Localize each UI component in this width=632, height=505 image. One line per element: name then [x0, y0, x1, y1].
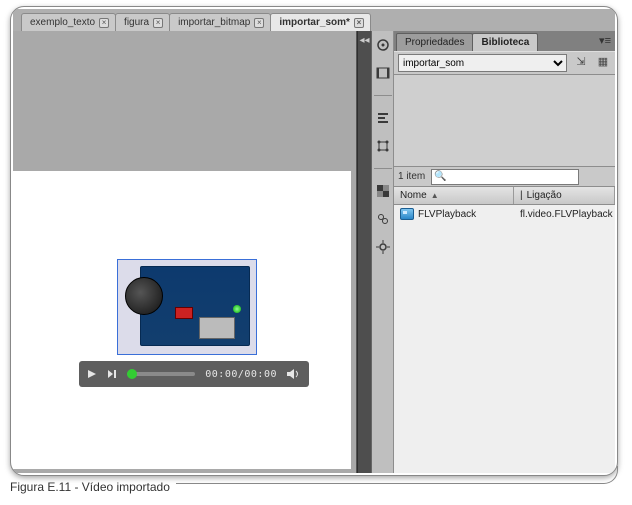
seek-slider[interactable]	[127, 372, 195, 376]
doc-tab-exemplo-texto[interactable]: exemplo_texto ×	[21, 13, 116, 31]
tab-library[interactable]: Biblioteca	[472, 33, 538, 51]
panel-tabbar: Propriedades Biblioteca ▾≡	[394, 31, 615, 51]
close-icon[interactable]: ×	[153, 18, 163, 28]
right-panel: Propriedades Biblioteca ▾≡ importar_som …	[371, 31, 615, 473]
film-icon[interactable]	[375, 65, 391, 81]
chain-icon[interactable]	[375, 211, 391, 227]
transform-icon[interactable]	[375, 138, 391, 154]
library-list[interactable]: FLVPlayback fl.video.FLVPlayback	[394, 205, 615, 473]
doc-tab-importar-bitmap[interactable]: importar_bitmap ×	[169, 13, 271, 31]
close-icon[interactable]: ×	[254, 18, 264, 28]
pin-icon[interactable]: ⇲	[573, 55, 589, 71]
doc-tab-importar-som[interactable]: importar_som* ×	[270, 13, 371, 31]
item-count: 1 item	[398, 171, 425, 182]
skip-icon[interactable]	[107, 369, 117, 379]
list-item[interactable]: FLVPlayback fl.video.FLVPlayback	[394, 205, 615, 223]
item-linkage: fl.video.FLVPlayback	[514, 209, 615, 220]
tab-properties[interactable]: Propriedades	[396, 33, 473, 51]
video-controlbar: 00:00/00:00	[79, 361, 309, 387]
close-icon[interactable]: ×	[354, 18, 364, 28]
video-thumbnail	[140, 266, 250, 346]
volume-icon[interactable]	[287, 368, 301, 380]
tab-label: importar_som*	[279, 17, 350, 28]
document-tabbar: exemplo_texto × figura × importar_bitmap…	[13, 9, 615, 31]
doc-tab-figura[interactable]: figura ×	[115, 13, 170, 31]
flvplayback-instance[interactable]	[117, 259, 257, 355]
sort-asc-icon: ▲	[431, 191, 439, 200]
gear-icon[interactable]	[375, 239, 391, 255]
library-filter-row: 1 item 🔍	[394, 167, 615, 187]
library-preview	[394, 75, 615, 167]
tab-label: figura	[124, 17, 149, 28]
library-doc-selector-row: importar_som ⇲ ▦	[394, 51, 615, 75]
caption-rule	[176, 466, 618, 484]
new-library-icon[interactable]: ▦	[595, 55, 611, 71]
component-icon	[400, 208, 414, 220]
app-window: exemplo_texto × figura × importar_bitmap…	[10, 6, 618, 476]
figure-caption: Figura E.11 - Vídeo importado	[10, 480, 170, 494]
stage-area[interactable]: 00:00/00:00	[13, 31, 357, 473]
panel-menu-icon[interactable]: ▾≡	[599, 34, 611, 47]
library-search-input[interactable]	[431, 169, 579, 185]
item-name: FLVPlayback	[418, 209, 476, 220]
time-display: 00:00/00:00	[205, 369, 277, 380]
panel-collapse-gutter[interactable]: ◂◂	[357, 31, 371, 473]
tools-icon[interactable]	[375, 37, 391, 53]
play-icon[interactable]	[87, 369, 97, 379]
tab-label: exemplo_texto	[30, 17, 95, 28]
stage-canvas[interactable]: 00:00/00:00	[13, 171, 351, 469]
library-list-header: Nome ▲ | Ligação	[394, 187, 615, 205]
close-icon[interactable]: ×	[99, 18, 109, 28]
column-linkage[interactable]: | Ligação	[514, 187, 615, 204]
column-name[interactable]: Nome ▲	[394, 187, 514, 204]
swatches-icon[interactable]	[375, 183, 391, 199]
chevron-right-icon: ◂◂	[359, 35, 369, 46]
library-doc-select[interactable]: importar_som	[398, 54, 567, 72]
panel-iconstrip	[372, 31, 394, 473]
align-icon[interactable]	[375, 110, 391, 126]
search-icon: 🔍	[434, 171, 446, 182]
tab-label: importar_bitmap	[178, 17, 250, 28]
